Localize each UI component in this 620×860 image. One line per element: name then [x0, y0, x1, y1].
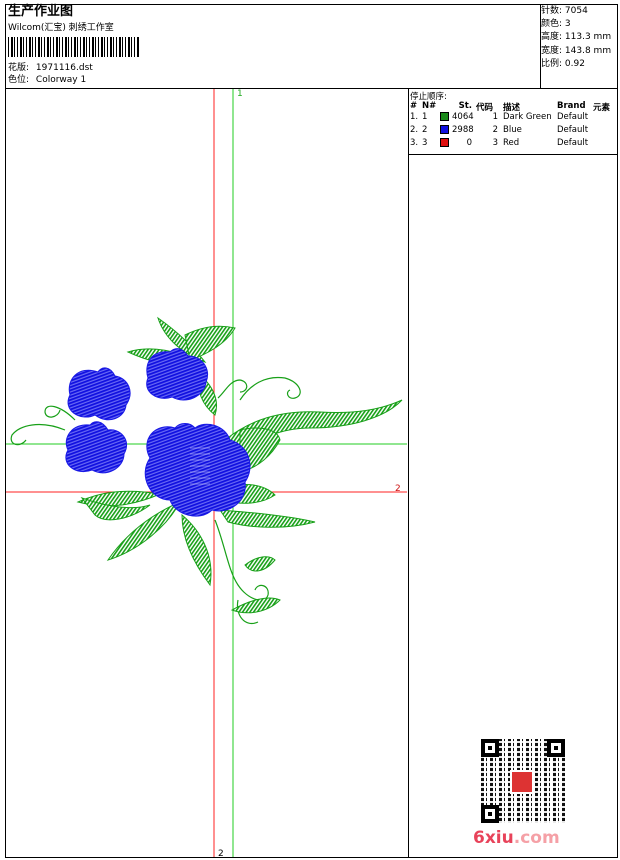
green-axis-label: 1 — [237, 89, 243, 99]
flower-left — [65, 421, 128, 474]
watermark-logo: 6xiu.com — [473, 828, 560, 848]
red-axis-label-right: 2 — [395, 484, 401, 494]
flower-top-left — [67, 367, 131, 421]
embroidery-preview: 1 2 2 — [6, 89, 407, 859]
red-axis-label-bottom: 2 — [218, 849, 224, 859]
flowers — [65, 348, 251, 517]
seal-icon — [510, 770, 534, 794]
